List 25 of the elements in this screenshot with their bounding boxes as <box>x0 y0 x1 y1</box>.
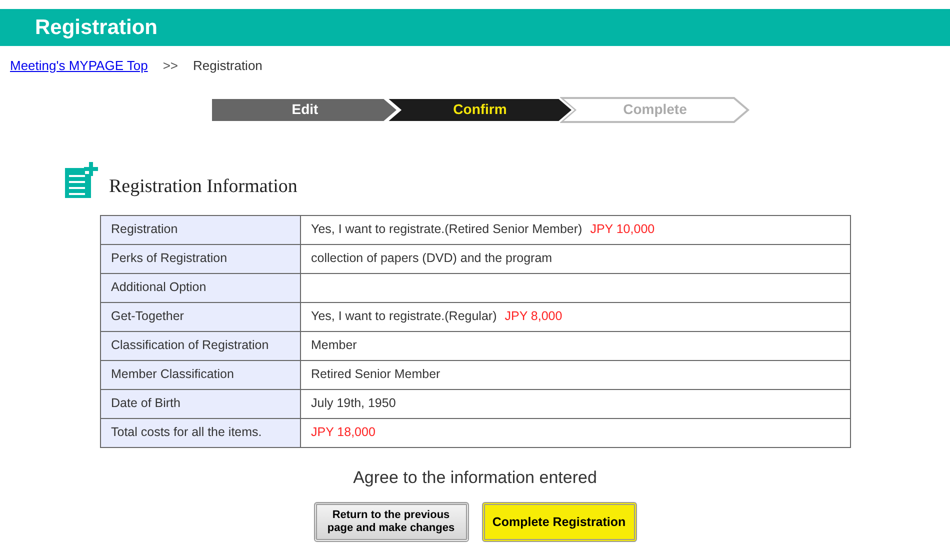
page-title: Registration <box>35 14 158 41</box>
row-label: Registration <box>100 215 300 244</box>
progress-step: Complete <box>560 96 750 122</box>
row-label: Get-Together <box>100 302 300 331</box>
agree-text: Agree to the information entered <box>353 466 597 488</box>
row-label: Member Classification <box>100 360 300 389</box>
complete-button[interactable]: Complete Registration <box>482 502 636 542</box>
return-button[interactable]: Return to the previous page and make changes <box>314 502 468 542</box>
breadcrumb-current: Registration <box>193 57 262 75</box>
breadcrumb-link[interactable]: Meeting's MYPAGE Top <box>10 56 148 76</box>
section-title: Registration Information <box>109 176 298 198</box>
row-label: Additional Option <box>100 273 300 302</box>
row-value: Yes, I want to registrate.(Regular) JPY 8,000 <box>300 302 850 331</box>
row-value: JPY 18,000 <box>300 418 850 447</box>
document-add-icon <box>65 162 99 198</box>
row-value: collection of papers (DVD) and the program <box>300 244 850 273</box>
row-label: Perks of Registration <box>100 244 300 273</box>
breadcrumb-separator: >> <box>162 57 178 75</box>
row-label: Total costs for all the items. <box>100 418 300 447</box>
row-label: Classification of Registration <box>100 331 300 360</box>
row-value: July 19th, 1950 <box>300 389 850 418</box>
row-value: Retired Senior Member <box>300 360 850 389</box>
row-label: Date of Birth <box>100 389 300 418</box>
row-value: Yes, I want to registrate.(Retired Senior Member) JPY 10,000 <box>300 215 850 244</box>
row-value: Member <box>300 331 850 360</box>
